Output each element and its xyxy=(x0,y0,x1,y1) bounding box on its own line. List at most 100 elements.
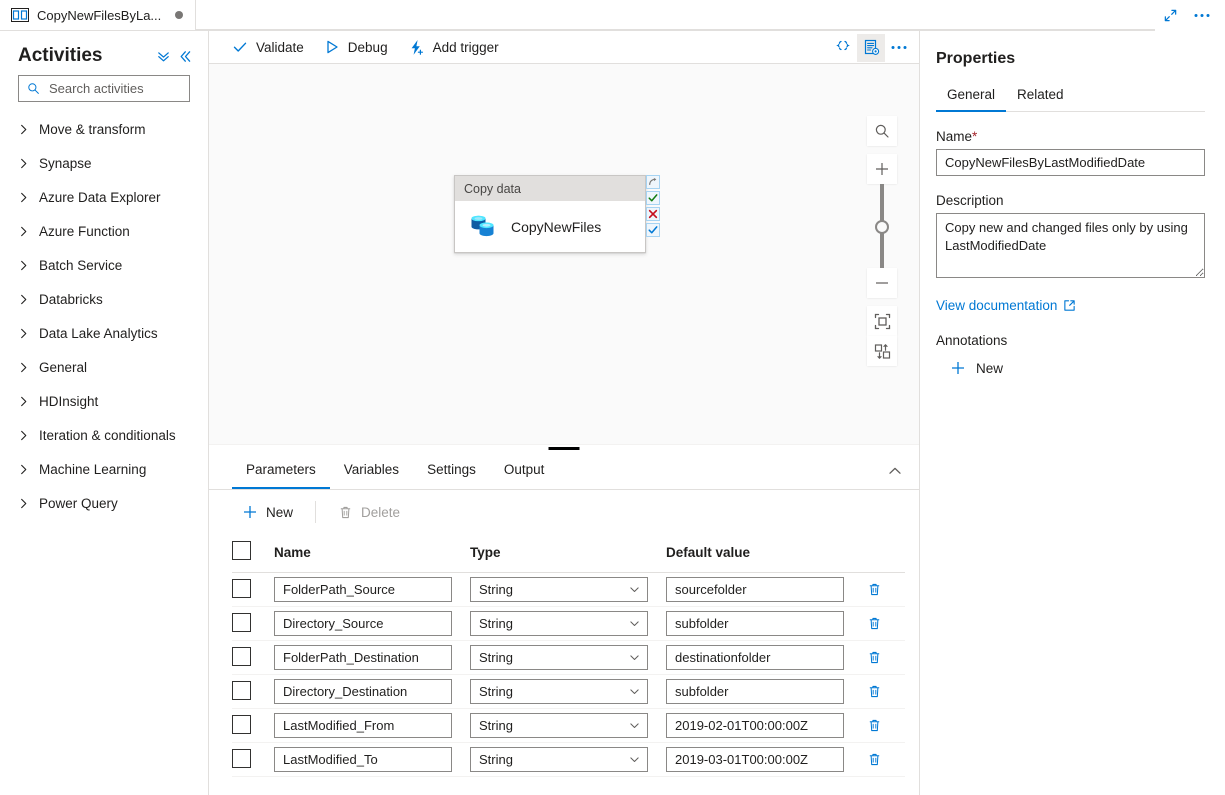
panel-splitter[interactable] xyxy=(209,444,919,452)
parameter-type-select[interactable]: String xyxy=(470,713,648,738)
row-checkbox[interactable] xyxy=(232,612,251,632)
splitter-grip[interactable] xyxy=(548,447,580,450)
activity-group-move-transform[interactable]: Move & transform xyxy=(0,112,208,146)
delete-row-button[interactable] xyxy=(862,646,886,670)
chevron-down-icon xyxy=(629,720,640,731)
row-checkbox[interactable] xyxy=(232,646,251,666)
zoom-search-icon[interactable] xyxy=(867,116,897,146)
parameter-type-select[interactable]: String xyxy=(470,747,648,772)
tab-settings[interactable]: Settings xyxy=(413,452,490,489)
search-input-box[interactable] xyxy=(18,75,208,102)
row-checkbox[interactable] xyxy=(232,714,251,734)
row-checkbox[interactable] xyxy=(232,578,251,598)
expand-icon[interactable] xyxy=(1155,3,1185,29)
tab-general[interactable]: General xyxy=(936,81,1007,112)
auto-layout-button[interactable] xyxy=(867,336,897,366)
parameter-type-value: String xyxy=(479,616,513,631)
activity-group-general[interactable]: General xyxy=(0,350,208,384)
zoom-slider[interactable] xyxy=(867,184,897,268)
pipeline-icon xyxy=(11,8,29,22)
parameter-default-value-input[interactable] xyxy=(666,645,844,670)
minus-icon xyxy=(876,282,888,284)
parameter-default-value-input[interactable] xyxy=(666,577,844,602)
zoom-in-button[interactable] xyxy=(867,154,897,184)
debug-label: Debug xyxy=(347,39,388,55)
pipeline-description-textarea[interactable]: Copy new and changed files only by using… xyxy=(936,213,1205,278)
activity-group-azure-function[interactable]: Azure Function xyxy=(0,214,208,248)
activity-group-label: Data Lake Analytics xyxy=(39,325,158,341)
chevron-up-icon[interactable] xyxy=(881,457,909,485)
row-checkbox[interactable] xyxy=(232,748,251,768)
activities-panel: Activities Search activities Move & tran… xyxy=(0,31,209,795)
activity-group-iteration-conditionals[interactable]: Iteration & conditionals xyxy=(0,418,208,452)
view-documentation-link[interactable]: View documentation xyxy=(936,298,1076,313)
tab-parameters[interactable]: Parameters xyxy=(232,452,330,489)
double-chevron-left-icon[interactable] xyxy=(174,45,196,67)
parameter-type-select[interactable]: String xyxy=(470,577,648,602)
zoom-slider-thumb[interactable] xyxy=(875,220,889,234)
pipeline-toolbar: Validate Debug Add trigger xyxy=(209,31,919,64)
pipeline-canvas[interactable]: Copy data CopyNewFiles xyxy=(209,64,919,444)
new-parameter-button[interactable]: New xyxy=(232,497,303,527)
parameter-name-input[interactable] xyxy=(274,645,452,670)
activity-group-hdinsight[interactable]: HDInsight xyxy=(0,384,208,418)
activity-group-batch-service[interactable]: Batch Service xyxy=(0,248,208,282)
parameter-name-input[interactable] xyxy=(274,747,452,772)
tab-related[interactable]: Related xyxy=(1006,81,1075,112)
parameter-default-value-input[interactable] xyxy=(666,747,844,772)
parameter-default-value-input[interactable] xyxy=(666,679,844,704)
parameter-type-select[interactable]: String xyxy=(470,611,648,636)
activity-group-azure-data-explorer[interactable]: Azure Data Explorer xyxy=(0,180,208,214)
center-column: Validate Debug Add trigger Copy data Cop… xyxy=(209,31,920,795)
debug-button[interactable]: Debug xyxy=(314,32,398,62)
connector-on-success[interactable] xyxy=(646,191,660,205)
activity-group-databricks[interactable]: Databricks xyxy=(0,282,208,316)
delete-row-button[interactable] xyxy=(862,748,886,772)
parameter-name-input[interactable] xyxy=(274,679,452,704)
delete-row-button[interactable] xyxy=(862,680,886,704)
activity-group-synapse[interactable]: Synapse xyxy=(0,146,208,180)
parameter-default-value-input[interactable] xyxy=(666,713,844,738)
ellipsis-icon[interactable] xyxy=(1187,3,1217,29)
parameter-name-input[interactable] xyxy=(274,713,452,738)
delete-parameter-button[interactable]: Delete xyxy=(328,497,410,527)
zoom-out-button[interactable] xyxy=(867,268,897,298)
select-all-checkbox[interactable] xyxy=(232,541,251,560)
chevron-right-icon xyxy=(18,498,29,509)
parameter-name-input[interactable] xyxy=(274,577,452,602)
pipeline-tab[interactable]: CopyNewFilesByLa... xyxy=(0,0,197,30)
delete-row-button[interactable] xyxy=(862,714,886,738)
properties-doc-icon[interactable] xyxy=(857,33,885,62)
parameter-name-input[interactable] xyxy=(274,611,452,636)
add-trigger-button[interactable]: Add trigger xyxy=(398,32,509,62)
tab-output[interactable]: Output xyxy=(490,452,559,489)
new-annotation-button[interactable]: New xyxy=(944,356,1009,380)
connector-on-failure[interactable] xyxy=(646,207,660,221)
bottom-panel-tabs: Parameters Variables Settings Output xyxy=(209,452,919,490)
activity-group-label: Azure Data Explorer xyxy=(39,189,161,205)
delete-row-button[interactable] xyxy=(862,612,886,636)
ellipsis-icon[interactable] xyxy=(885,34,913,62)
activity-group-power-query[interactable]: Power Query xyxy=(0,486,208,520)
validate-button[interactable]: Validate xyxy=(222,32,314,62)
fit-to-screen-button[interactable] xyxy=(867,306,897,336)
parameter-type-select[interactable]: String xyxy=(470,679,648,704)
activity-group-machine-learning[interactable]: Machine Learning xyxy=(0,452,208,486)
connector-on-skip[interactable] xyxy=(646,175,660,189)
column-header-name: Name xyxy=(274,534,470,573)
parameter-type-value: String xyxy=(479,718,513,733)
activity-node-copy-data[interactable]: Copy data CopyNewFiles xyxy=(454,175,646,253)
pipeline-name-input[interactable] xyxy=(936,149,1205,176)
tab-variables[interactable]: Variables xyxy=(330,452,413,489)
row-checkbox[interactable] xyxy=(232,680,251,700)
code-braces-icon[interactable] xyxy=(829,34,857,62)
delete-row-button[interactable] xyxy=(862,578,886,602)
collapse-all-icon[interactable] xyxy=(152,45,174,67)
parameter-default-value-input[interactable] xyxy=(666,611,844,636)
plus-icon xyxy=(876,163,888,175)
parameter-type-select[interactable]: String xyxy=(470,645,648,670)
activity-group-data-lake-analytics[interactable]: Data Lake Analytics xyxy=(0,316,208,350)
search-input[interactable] xyxy=(47,80,208,97)
connector-on-completion[interactable] xyxy=(646,223,660,237)
chevron-down-icon xyxy=(629,754,640,765)
